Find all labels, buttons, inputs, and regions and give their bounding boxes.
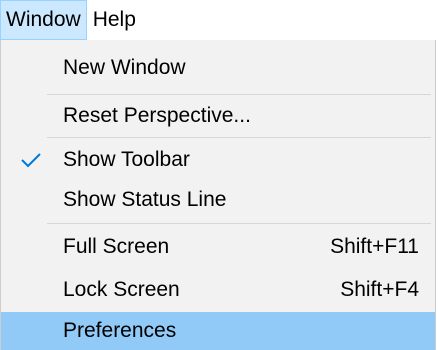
menu-item-show-status-line[interactable]: Show Status Line	[1, 180, 435, 220]
menu-separator	[47, 223, 431, 224]
menu-item-label: Full Screen	[63, 235, 170, 258]
check-icon	[21, 153, 41, 168]
menubar-item-help[interactable]: Help	[87, 0, 142, 40]
menu-item-label: Show Toolbar	[63, 148, 190, 171]
menu-item-shortcut: Shift+F11	[330, 235, 419, 258]
menu-item-full-screen[interactable]: Full Screen Shift+F11	[1, 227, 435, 267]
menu-bar: Window Help	[0, 0, 438, 40]
menu-item-lock-screen[interactable]: Lock Screen Shift+F4	[1, 270, 435, 310]
menu-item-shortcut: Shift+F4	[340, 278, 419, 301]
menu-item-label: New Window	[63, 56, 186, 79]
menu-separator	[47, 94, 431, 95]
menubar-item-window[interactable]: Window	[0, 0, 87, 40]
window-dropdown-menu: New Window Reset Perspective... Show Too…	[0, 40, 436, 350]
menu-item-label: Reset Perspective...	[63, 104, 251, 127]
menu-item-preferences[interactable]: Preferences	[1, 312, 435, 350]
menu-item-reset-perspective[interactable]: Reset Perspective...	[1, 96, 435, 136]
menu-item-new-window[interactable]: New Window	[1, 48, 435, 88]
menu-item-label: Lock Screen	[63, 278, 180, 301]
menubar-item-label: Help	[92, 8, 136, 31]
menubar-item-label: Window	[6, 8, 81, 31]
menu-separator	[47, 137, 431, 138]
menu-item-label: Show Status Line	[63, 188, 227, 211]
menu-item-label: Preferences	[63, 319, 177, 342]
menu-item-show-toolbar[interactable]: Show Toolbar	[1, 140, 435, 180]
